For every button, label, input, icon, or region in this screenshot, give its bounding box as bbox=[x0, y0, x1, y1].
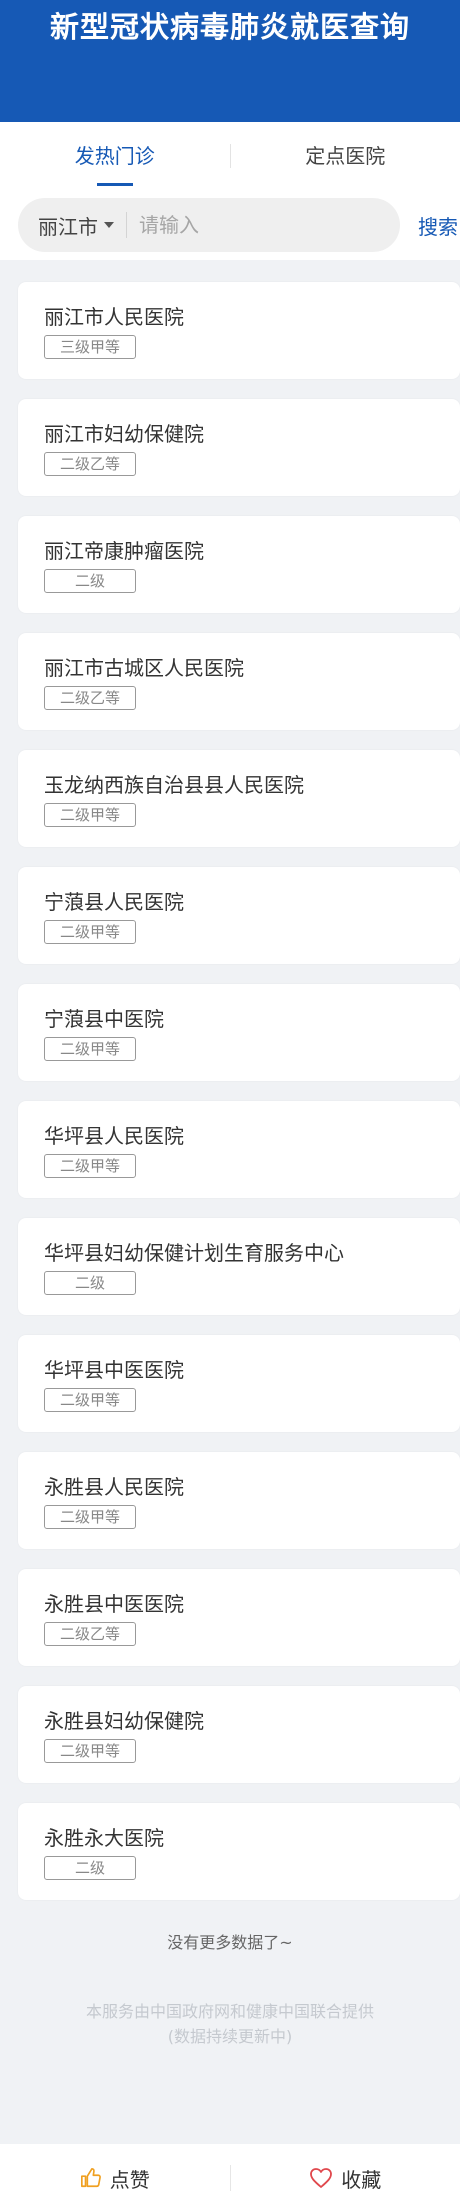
hospital-name: 玉龙纳西族自治县县人民医院 bbox=[44, 773, 304, 797]
favorite-button[interactable]: 收藏 bbox=[231, 2164, 460, 2193]
hospital-name: 永胜县人民医院 bbox=[44, 1475, 184, 1499]
list-item[interactable]: 华坪县人民医院 二级甲等 bbox=[18, 1101, 460, 1198]
list-item[interactable]: 丽江市人民医院 三级甲等 bbox=[18, 282, 460, 379]
list-item[interactable]: 永胜永大医院 二级 bbox=[18, 1803, 460, 1900]
list-item[interactable]: 永胜县妇幼保健院 二级甲等 bbox=[18, 1686, 460, 1783]
list-item[interactable]: 玉龙纳西族自治县县人民医院 二级甲等 bbox=[18, 750, 460, 847]
thumbs-up-icon bbox=[80, 2168, 101, 2188]
no-more-text: 没有更多数据了~ bbox=[167, 1933, 293, 1952]
favorite-label: 收藏 bbox=[341, 2167, 382, 2192]
level-badge: 二级 bbox=[44, 1271, 136, 1295]
level-badge: 二级甲等 bbox=[44, 803, 136, 827]
city-select-label: 丽江市 bbox=[38, 214, 98, 239]
level-badge: 二级甲等 bbox=[44, 1505, 136, 1529]
list-item[interactable]: 丽江市古城区人民医院 二级乙等 bbox=[18, 633, 460, 730]
search-button[interactable]: 搜索 bbox=[418, 211, 458, 240]
hospital-name: 丽江市人民医院 bbox=[44, 305, 184, 329]
page-title: 新型冠状病毒肺炎就医查询 bbox=[49, 10, 410, 44]
like-label: 点赞 bbox=[109, 2167, 150, 2192]
hospital-name: 华坪县中医医院 bbox=[44, 1358, 184, 1382]
page-header: 新型冠状病毒肺炎就医查询 bbox=[0, 0, 460, 122]
level-badge: 二级甲等 bbox=[44, 1739, 136, 1763]
level-badge: 二级 bbox=[44, 569, 136, 593]
caret-down-icon bbox=[104, 222, 114, 228]
level-badge: 二级 bbox=[44, 1856, 136, 1880]
search-box: 丽江市 bbox=[18, 198, 400, 252]
level-badge: 二级乙等 bbox=[44, 686, 136, 710]
hospital-name: 永胜县妇幼保健院 bbox=[44, 1709, 204, 1733]
level-badge: 二级甲等 bbox=[44, 1037, 136, 1061]
list-item[interactable]: 宁蒗县中医院 二级甲等 bbox=[18, 984, 460, 1081]
tab-bar: 发热门诊 定点医院 bbox=[0, 122, 460, 190]
list-item[interactable]: 丽江市妇幼保健院 二级乙等 bbox=[18, 399, 460, 496]
hospital-list: 丽江市人民医院 三级甲等 丽江市妇幼保健院 二级乙等 丽江帝康肿瘤医院 二级 丽… bbox=[0, 260, 460, 1900]
list-item[interactable]: 丽江帝康肿瘤医院 二级 bbox=[18, 516, 460, 613]
hospital-name: 华坪县妇幼保健计划生育服务中心 bbox=[44, 1241, 344, 1265]
search-bar: 丽江市 搜索 bbox=[0, 190, 460, 260]
tab-fever-clinic[interactable]: 发热门诊 bbox=[0, 122, 230, 190]
list-item[interactable]: 华坪县妇幼保健计划生育服务中心 二级 bbox=[18, 1218, 460, 1315]
footnote-line-2: (数据持续更新中) bbox=[167, 2027, 293, 2046]
hospital-name: 华坪县人民医院 bbox=[44, 1124, 184, 1148]
level-badge: 三级甲等 bbox=[44, 335, 136, 359]
heart-icon bbox=[310, 2168, 333, 2188]
list-item[interactable]: 华坪县中医医院 二级甲等 bbox=[18, 1335, 460, 1432]
hospital-name: 宁蒗县中医院 bbox=[44, 1007, 164, 1031]
level-badge: 二级甲等 bbox=[44, 1388, 136, 1412]
level-badge: 二级乙等 bbox=[44, 1622, 136, 1646]
level-badge: 二级甲等 bbox=[44, 920, 136, 944]
footnote-line-1: 本服务由中国政府网和健康中国联合提供 bbox=[85, 2002, 374, 2021]
level-badge: 二级甲等 bbox=[44, 1154, 136, 1178]
level-badge: 二级乙等 bbox=[44, 452, 136, 476]
tab-designated-hospital[interactable]: 定点医院 bbox=[231, 122, 460, 190]
list-item[interactable]: 永胜县人民医院 二级甲等 bbox=[18, 1452, 460, 1549]
hospital-name: 丽江市古城区人民医院 bbox=[44, 656, 244, 680]
list-item[interactable]: 永胜县中医医院 二级乙等 bbox=[18, 1569, 460, 1666]
bottom-action-bar: 点赞 收藏 bbox=[0, 2144, 460, 2212]
hospital-name: 丽江市妇幼保健院 bbox=[44, 422, 204, 446]
search-input[interactable] bbox=[139, 213, 379, 237]
hospital-name: 丽江帝康肿瘤医院 bbox=[44, 539, 204, 563]
list-item[interactable]: 宁蒗县人民医院 二级甲等 bbox=[18, 867, 460, 964]
like-button[interactable]: 点赞 bbox=[0, 2164, 230, 2193]
hospital-name: 永胜永大医院 bbox=[44, 1826, 164, 1850]
hospital-name: 宁蒗县人民医院 bbox=[44, 890, 184, 914]
service-footnote: 本服务由中国政府网和健康中国联合提供 (数据持续更新中) bbox=[0, 1999, 460, 2049]
hospital-name: 永胜县中医医院 bbox=[44, 1592, 184, 1616]
city-select[interactable]: 丽江市 bbox=[38, 212, 127, 239]
